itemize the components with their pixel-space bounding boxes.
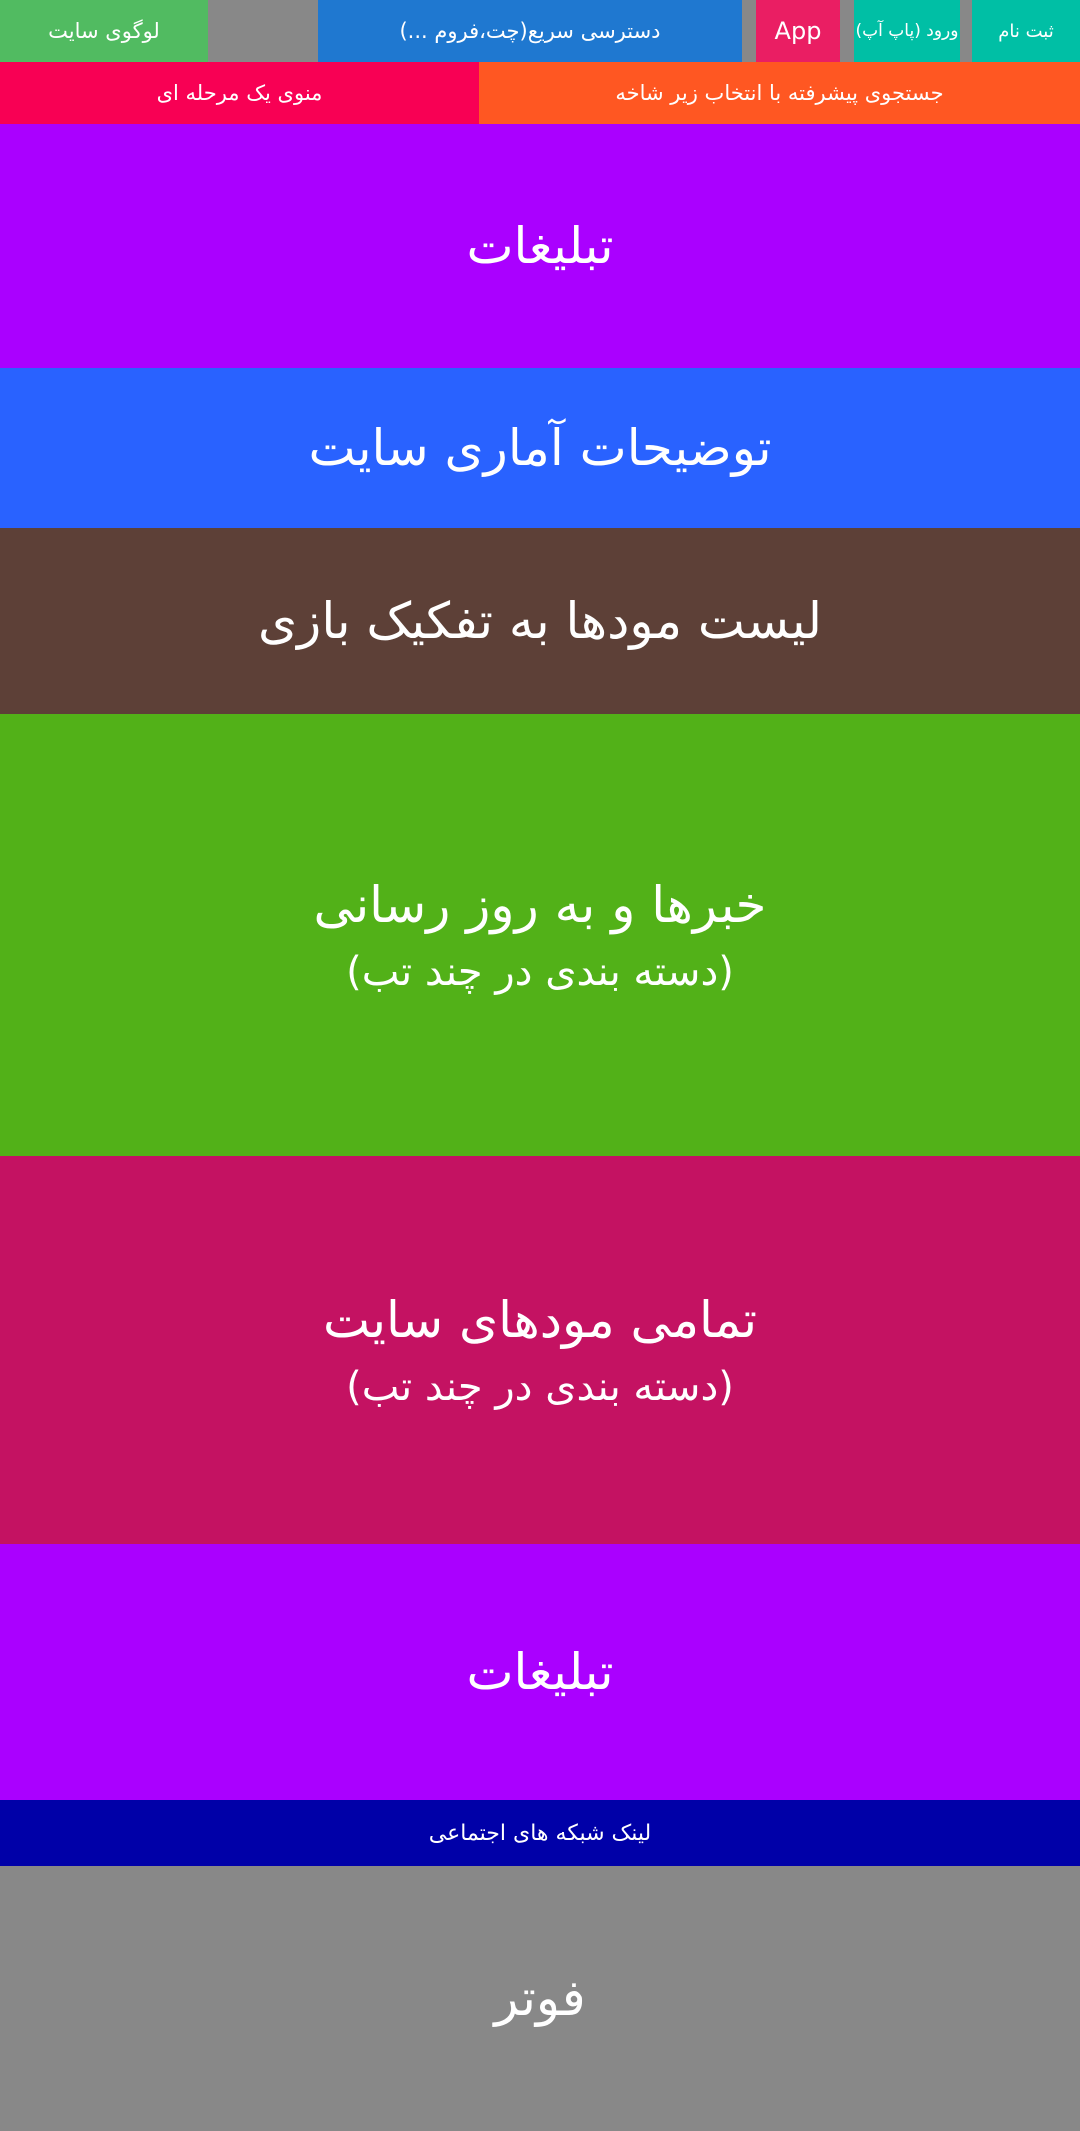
all-mods-subtitle: (دسته بندی در چند تب): [346, 1363, 734, 1410]
site-logo-label: لوگوی سایت: [48, 19, 160, 43]
mods-by-game-section[interactable]: لیست مودها به تفکیک بازی: [0, 528, 1080, 714]
header-gap: [742, 0, 756, 62]
header-gap: [840, 0, 854, 62]
ads-bottom-section: تبلیغات: [0, 1544, 1080, 1800]
ads-top-section: تبلیغات: [0, 124, 1080, 368]
header-gap: [960, 0, 972, 62]
page: لوگوی سایت دسترسی سریع(چت،فروم ...) App …: [0, 0, 1080, 2131]
social-links-bar[interactable]: لینک شبکه های اجتماعی: [0, 1800, 1080, 1866]
site-stats-label: توضیحات آماری سایت: [308, 418, 772, 477]
site-logo[interactable]: لوگوی سایت: [0, 0, 208, 62]
register-label: ثبت نام: [998, 20, 1054, 42]
quick-access-button[interactable]: دسترسی سریع(چت،فروم ...): [318, 0, 742, 62]
app-button[interactable]: App: [756, 0, 840, 62]
news-subtitle: (دسته بندی در چند تب): [346, 948, 734, 995]
mods-by-game-label: لیست مودها به تفکیک بازی: [258, 591, 822, 650]
advanced-search-label: جستجوی پیشرفته با انتخاب زیر شاخه: [615, 81, 944, 105]
all-mods-section: تمامی مودهای سایت (دسته بندی در چند تب): [0, 1156, 1080, 1544]
header-spacer: [208, 0, 318, 62]
login-button[interactable]: ورود (پاپ آپ): [854, 0, 960, 62]
news-title: خبرها و به روز رسانی: [313, 875, 767, 934]
login-label: ورود (پاپ آپ): [855, 21, 959, 41]
footer-label: فوتر: [494, 1969, 586, 2027]
single-level-menu[interactable]: منوی یک مرحله ای: [0, 62, 479, 124]
register-button[interactable]: ثبت نام: [972, 0, 1080, 62]
advanced-search-button[interactable]: جستجوی پیشرفته با انتخاب زیر شاخه: [479, 62, 1080, 124]
ads-bottom-label: تبلیغات: [466, 1642, 614, 1701]
ads-top-label: تبلیغات: [466, 216, 614, 275]
news-section: خبرها و به روز رسانی (دسته بندی در چند ت…: [0, 714, 1080, 1156]
app-label: App: [774, 17, 822, 45]
all-mods-title: تمامی مودهای سایت: [322, 1290, 758, 1349]
site-stats-section: توضیحات آماری سایت: [0, 368, 1080, 528]
social-links-label: لینک شبکه های اجتماعی: [428, 1820, 652, 1846]
menu-label: منوی یک مرحله ای: [156, 81, 323, 105]
footer-section: فوتر: [0, 1866, 1080, 2131]
quick-access-label: دسترسی سریع(چت،فروم ...): [399, 19, 661, 43]
